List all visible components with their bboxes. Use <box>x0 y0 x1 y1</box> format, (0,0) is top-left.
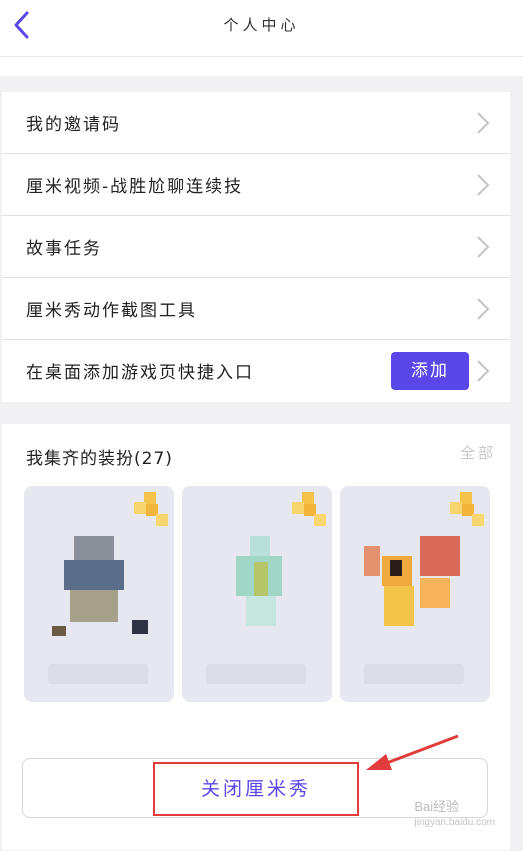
outfit-thumbnail-icon <box>236 536 282 626</box>
chevron-right-icon <box>477 174 490 196</box>
outfit-thumbnail-icon <box>52 536 148 636</box>
menu-item-label: 厘米视频-战胜尬聊连续技 <box>26 177 244 197</box>
outfit-card[interactable] <box>182 486 332 702</box>
collection-title: 我集齐的装扮(27) <box>26 449 173 469</box>
menu-item-screenshot-tool[interactable]: 厘米秀动作截图工具 <box>2 278 510 340</box>
menu-item-story-task[interactable]: 故事任务 <box>2 216 510 278</box>
outfit-name-placeholder <box>48 664 148 684</box>
menu-item-label: 我的邀请码 <box>26 115 121 135</box>
outfit-card[interactable] <box>340 486 490 702</box>
chevron-right-icon <box>477 298 490 320</box>
outfit-name-placeholder <box>364 664 464 684</box>
view-all-link[interactable]: 全部 <box>460 442 496 463</box>
badge-icon <box>134 492 168 526</box>
chevron-right-icon <box>477 236 490 258</box>
menu-item-label: 厘米秀动作截图工具 <box>26 301 197 321</box>
menu-item-video[interactable]: 厘米视频-战胜尬聊连续技 <box>2 154 510 216</box>
menu-item-invite-code[interactable]: 我的邀请码 <box>2 92 510 154</box>
annotation-arrow-icon <box>366 734 459 770</box>
menu-item-label: 故事任务 <box>26 239 102 259</box>
chevron-right-icon <box>477 112 490 134</box>
close-cmshow-button[interactable]: 关闭厘米秀 <box>153 762 359 816</box>
outfit-name-placeholder <box>206 664 306 684</box>
watermark-url: jingyan.baidu.com <box>414 817 495 828</box>
outfit-thumbnail-icon <box>364 536 460 626</box>
menu-item-label: 在桌面添加游戏页快捷入口 <box>26 363 254 383</box>
menu-item-desktop-shortcut[interactable]: 在桌面添加游戏页快捷入口 添加 <box>2 340 510 402</box>
settings-menu: 我的邀请码 厘米视频-战胜尬聊连续技 故事任务 厘米秀动作截图工具 在桌面添加游… <box>2 92 510 402</box>
add-shortcut-button[interactable]: 添加 <box>391 352 469 390</box>
watermark-line: Bai经验 <box>414 799 460 814</box>
badge-icon <box>292 492 326 526</box>
badge-icon <box>450 492 484 526</box>
top-bar: 个人中心 <box>0 0 523 56</box>
outfit-cards <box>24 486 490 702</box>
chevron-right-icon <box>477 360 490 382</box>
page-title: 个人中心 <box>223 16 300 34</box>
watermark: Bai经验 jingyan.baidu.com <box>414 796 495 828</box>
top-divider-strip <box>0 56 523 76</box>
outfit-card[interactable] <box>24 486 174 702</box>
